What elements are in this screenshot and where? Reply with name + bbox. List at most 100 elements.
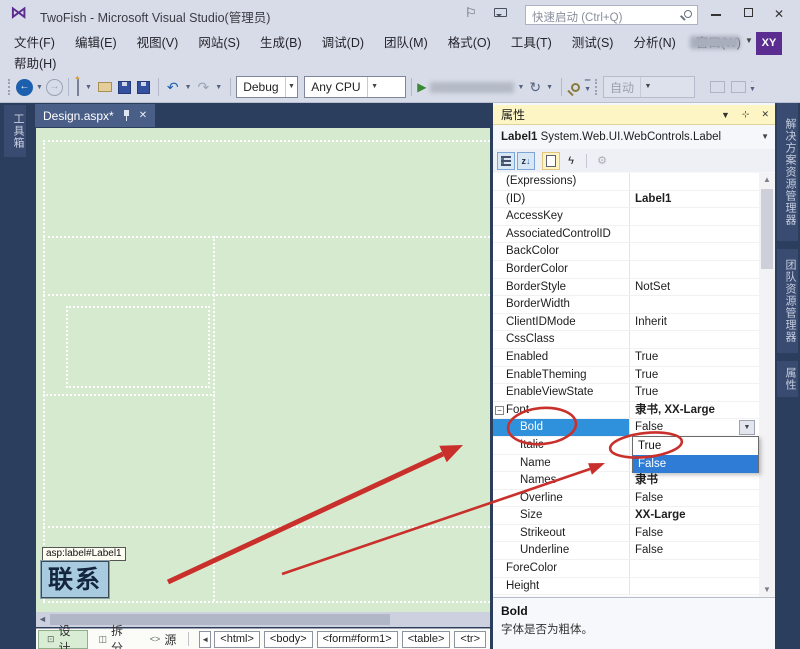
property-value[interactable] (630, 173, 759, 190)
property-value[interactable]: False (630, 525, 759, 542)
notifications-flag-icon[interactable]: ⚐ (465, 5, 477, 21)
property-value[interactable]: True (630, 367, 759, 384)
label-control[interactable]: 联系 (41, 561, 109, 598)
property-value[interactable]: True (630, 349, 759, 366)
maximize-button[interactable] (735, 4, 761, 24)
menu-item[interactable]: 格式(O) (438, 32, 501, 51)
vertical-scrollbar[interactable]: ▲ ▼ (759, 173, 775, 596)
minimize-button[interactable] (703, 4, 729, 24)
property-row[interactable]: ForeColor (493, 560, 759, 578)
feedback-icon[interactable] (494, 8, 507, 17)
scroll-up-icon[interactable]: ▲ (759, 175, 775, 184)
horizontal-scrollbar[interactable]: ◄ (36, 612, 490, 627)
scroll-left-icon[interactable]: ◄ (38, 614, 47, 624)
property-value[interactable]: NotSet (630, 279, 759, 296)
property-value[interactable]: Label1 (630, 191, 759, 208)
property-row[interactable]: CssClass (493, 331, 759, 349)
properties-header[interactable]: 属性 ▼ ⊹ ✕ (493, 105, 775, 125)
dropdown-option-true[interactable]: True (633, 437, 758, 455)
menu-item[interactable]: 分析(N) (623, 32, 685, 51)
new-file-button[interactable] (77, 80, 79, 95)
property-value[interactable]: 隶书 (630, 472, 759, 489)
scrollbar-thumb[interactable] (50, 614, 390, 625)
menu-item[interactable]: 网站(S) (188, 32, 250, 51)
property-value[interactable] (630, 243, 759, 260)
new-file-caret-icon[interactable]: ▼ (85, 84, 92, 91)
save-all-button[interactable] (137, 81, 150, 94)
breadcrumb-tag[interactable]: <tr> (454, 631, 486, 648)
menu-item[interactable]: 视图(V) (127, 32, 189, 51)
property-grid[interactable]: (Expressions)(ID)Label1AccessKeyAssociat… (493, 173, 759, 596)
tab-close-icon[interactable]: ✕ (139, 110, 147, 121)
open-file-button[interactable] (98, 82, 112, 92)
chevron-down-icon[interactable]: ▼ (367, 77, 382, 97)
sidebar-tab-team-explorer[interactable]: 团队资源管理器 (777, 249, 798, 353)
property-value[interactable]: False (630, 490, 759, 507)
pin-icon[interactable] (122, 110, 131, 121)
close-icon[interactable]: ✕ (755, 109, 775, 120)
menu-item[interactable]: 生成(B) (250, 32, 312, 51)
property-value[interactable] (630, 296, 759, 313)
undo-caret-icon[interactable]: ▼ (185, 84, 192, 91)
sidebar-tab-solution-explorer[interactable]: 解决方案资源管理器 (777, 103, 798, 241)
property-row[interactable]: BorderColor (493, 261, 759, 279)
toolbar-grip[interactable] (595, 79, 599, 95)
property-value[interactable]: True (630, 384, 759, 401)
property-row[interactable]: AccessKey (493, 208, 759, 226)
property-value[interactable] (630, 578, 759, 595)
categorized-view-button[interactable] (497, 152, 515, 170)
browser-caret-icon[interactable]: ▼ (517, 84, 524, 91)
view-tab-design[interactable]: ⊡设计 (38, 630, 88, 649)
menu-item[interactable]: 测试(S) (562, 32, 624, 51)
property-row[interactable]: −Font隶书, XX-Large (493, 402, 759, 420)
undo-button[interactable]: ↶ (167, 79, 179, 96)
toolbar-overflow-icon[interactable]: ¨▼ (749, 82, 756, 92)
menu-item[interactable]: 工具(T) (501, 32, 562, 51)
property-row[interactable]: Names隶书 (493, 472, 759, 490)
menu-item[interactable]: 编辑(E) (65, 32, 127, 51)
back-caret-icon[interactable]: ▼ (36, 84, 43, 91)
alphabetical-sort-button[interactable]: z (517, 152, 535, 170)
menu-item[interactable]: 调试(D) (312, 32, 374, 51)
property-row[interactable]: (ID)Label1 (493, 191, 759, 209)
pin-icon[interactable]: ⊹ (736, 109, 756, 120)
menu-item[interactable]: 团队(M) (374, 32, 438, 51)
document-tab[interactable]: Design.aspx* ✕ (35, 104, 155, 127)
user-menu-caret-icon[interactable]: ▼ (745, 36, 753, 45)
breadcrumb-tag[interactable]: <html> (214, 631, 260, 648)
dropdown-option-false[interactable]: False (633, 455, 758, 473)
save-button[interactable] (118, 81, 131, 94)
property-value[interactable] (630, 331, 759, 348)
user-avatar[interactable]: XY (756, 32, 782, 55)
property-value[interactable]: 隶书, XX-Large (630, 402, 759, 419)
property-row[interactable]: EnableThemingTrue (493, 367, 759, 385)
events-button[interactable]: ϟ (562, 152, 580, 170)
toolbar-grip[interactable] (8, 79, 12, 95)
scroll-down-icon[interactable]: ▼ (759, 585, 775, 594)
property-row[interactable]: EnabledTrue (493, 349, 759, 367)
property-row[interactable]: AssociatedControlID (493, 226, 759, 244)
start-debug-button[interactable]: ▶ (417, 80, 426, 94)
find-options-chevron-icon[interactable]: ▔▼ (584, 82, 591, 92)
view-tab-source[interactable]: <>源 (142, 630, 185, 649)
property-row[interactable]: EnableViewStateTrue (493, 384, 759, 402)
property-value[interactable] (630, 261, 759, 278)
window-position-caret-icon[interactable]: ▼ (715, 110, 736, 120)
view-tab-split[interactable]: ◫拆分 (90, 630, 139, 649)
breadcrumb-tag[interactable]: <table> (402, 631, 451, 648)
property-row[interactable]: UnderlineFalse (493, 542, 759, 560)
property-value[interactable]: XX-Large (630, 507, 759, 524)
sidebar-tab-properties[interactable]: 属性 (777, 361, 798, 397)
property-row[interactable]: StrikeoutFalse (493, 525, 759, 543)
breadcrumb-back-icon[interactable]: ◄ (199, 631, 211, 648)
chevron-down-icon[interactable]: ▼ (285, 77, 298, 97)
quick-launch-search[interactable]: 快速启动 (Ctrl+Q) (525, 5, 698, 25)
chevron-down-icon[interactable]: ▼ (761, 127, 769, 147)
sidebar-tab-toolbox[interactable]: 工具箱 (4, 105, 26, 157)
property-row[interactable]: OverlineFalse (493, 490, 759, 508)
breadcrumb-tag[interactable]: <form#form1> (317, 631, 398, 648)
property-row[interactable]: BorderStyleNotSet (493, 279, 759, 297)
refresh-icon[interactable]: ↻ (529, 79, 541, 96)
collapse-expander-icon[interactable]: − (495, 406, 504, 415)
browser-target-blurred[interactable] (430, 82, 514, 93)
